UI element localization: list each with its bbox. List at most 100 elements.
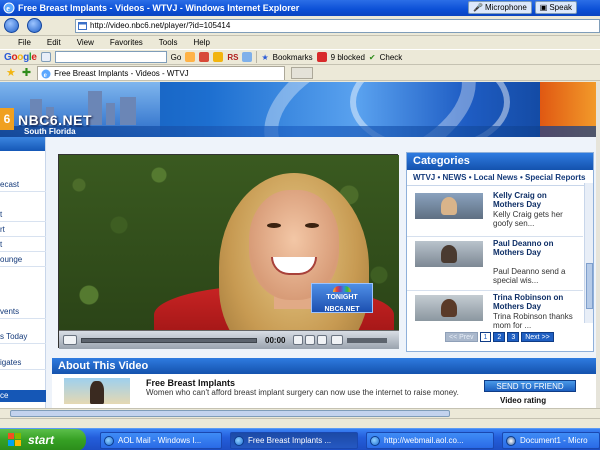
tab-free-breast-implants[interactable]: e Free Breast Implants - Videos - WTVJ [37,65,286,80]
rs-button[interactable]: RS [227,53,238,62]
site-region: South Florida [24,127,76,136]
volume-slider[interactable] [347,338,387,343]
video-item-title[interactable]: Paul Deanno on Mothers Day [493,239,579,257]
taskbar-label: Document1 - Micro [520,436,588,445]
forward-button[interactable] [27,18,42,33]
speak-button[interactable]: ▣ Speak [534,1,578,14]
hscroll-thumb[interactable] [10,410,450,417]
volume-icon[interactable] [331,335,343,345]
about-video-desc: Women who can't afford breast implant su… [146,388,459,397]
taskbar-free-breast-implants[interactable]: Free Breast Implants ... [230,432,358,449]
page-vertical-scrollbar[interactable] [596,82,600,408]
tonight-overlay: TONIGHT NBC6.NET [311,283,373,313]
page-horizontal-scrollbar[interactable] [0,408,600,418]
categories-breadcrumb[interactable]: WTVJ • NEWS • Local News • Special Repor… [407,170,593,186]
popup-blocked-count[interactable]: 9 blocked [331,53,365,62]
bookmarks-button[interactable]: Bookmarks [273,53,313,62]
page-icon [78,22,87,30]
add-favorite-icon[interactable]: ✚ [22,66,31,79]
video-thumbnail[interactable] [415,193,483,219]
video-item-title[interactable]: Kelly Craig on Mothers Day [493,191,579,209]
language-bar: 🎤 Microphone ▣ Speak [468,1,578,15]
windows-flag-icon [8,433,21,446]
video-frame[interactable]: TONIGHT NBC6.NET [59,155,399,330]
start-button[interactable]: start [0,429,86,450]
svg-text:e: e [44,71,47,79]
word-icon [506,436,516,446]
video-thumbnail[interactable] [415,295,483,321]
nbc-peacock-icon [333,286,351,292]
menu-edit[interactable]: Edit [47,36,61,49]
categories-title: Categories [407,153,593,170]
rewind-button[interactable] [293,335,303,345]
pagerank-icon[interactable] [213,52,224,62]
new-tab-button[interactable] [291,66,314,79]
google-go-button[interactable]: Go [171,53,182,62]
spellcheck-icon: ✔ [368,52,376,62]
seek-bar[interactable] [81,338,257,343]
forward-button-player[interactable] [317,335,327,345]
play-pause-button[interactable] [63,335,77,345]
leftnav-item[interactable]: s Today [0,329,46,344]
leftnav-item[interactable]: igates [0,355,46,370]
menu-tools[interactable]: Tools [159,36,178,49]
prev-page-button[interactable]: << Prev [445,331,478,342]
taskbar-label: http://webmail.aol.co... [384,436,464,445]
ie-icon [104,436,114,446]
favorites-star-icon[interactable]: ★ [6,66,16,79]
address-field[interactable]: http://video.nbc6.net/player/?id=105414 [75,19,600,33]
taskbar-aol-mail[interactable]: AOL Mail - Windows I... [100,432,222,449]
page-2-button[interactable]: 2 [493,331,506,342]
page-3-button[interactable]: 3 [507,331,520,342]
ie-window: e Free Breast Implants - Videos - WTVJ -… [0,0,600,428]
separator [256,51,258,63]
back-button[interactable] [4,18,19,33]
leftnav-item[interactable]: rt [0,222,46,237]
leftnav-footer[interactable]: ce [0,390,46,402]
categories-scrollbar[interactable] [584,183,593,323]
start-label: start [28,433,55,447]
menu-view[interactable]: View [77,36,94,49]
speak-icon: ▣ [539,2,548,12]
video-list-item[interactable]: Paul Deanno on Mothers Day Paul Deanno s… [407,237,583,291]
microphone-button[interactable]: 🎤 Microphone [468,1,532,14]
next-page-button[interactable]: Next >> [521,331,554,342]
about-thumbnail[interactable] [64,378,130,404]
leftnav-item[interactable]: vents [0,304,46,319]
page-1-button[interactable]: 1 [479,331,492,342]
taskbar-document1[interactable]: Document1 - Micro [502,432,600,449]
google-g-icon[interactable] [40,52,51,62]
tab-label: Free Breast Implants - Videos - WTVJ [54,68,189,78]
overlay-text-2: NBC6.NET [324,306,360,313]
leftnav-item[interactable]: t [0,207,46,222]
video-item-desc: Trina Robinson thanks mom for ... [493,312,573,330]
site-logo[interactable]: NBC6.NET [18,112,92,128]
settings-icon[interactable] [242,52,253,62]
video-item-desc: Paul Deanno send a special wis... [493,267,566,285]
google-search-input[interactable] [54,51,167,63]
ie-icon [234,436,244,446]
scrollbar-thumb[interactable] [586,263,593,309]
send-to-friend-button[interactable]: SEND TO FRIEND [484,380,576,392]
bookmark-icon[interactable] [199,52,210,62]
leftnav-item[interactable]: t [0,237,46,252]
video-item-desc: Kelly Craig gets her goofy sen... [493,210,563,228]
taskbar-label: AOL Mail - Windows I... [118,436,202,445]
play-button[interactable] [305,335,315,345]
menu-favorites[interactable]: Favorites [110,36,143,49]
svg-text:e: e [6,4,10,13]
video-player[interactable]: TONIGHT NBC6.NET 00:00 [58,154,399,349]
video-thumbnail[interactable] [415,241,483,267]
leftnav-item[interactable]: ounge [0,252,46,267]
menu-file[interactable]: File [18,36,31,49]
ie-icon [370,436,380,446]
taskbar-webmail[interactable]: http://webmail.aol.co... [366,432,494,449]
video-list-item[interactable]: Kelly Craig on Mothers Day Kelly Craig g… [407,189,583,237]
menu-help[interactable]: Help [193,36,209,49]
check-button[interactable]: Check [380,53,403,62]
highlight-icon[interactable] [185,52,196,62]
video-item-title[interactable]: Trina Robinson on Mothers Day [493,293,579,311]
site-banner: 6 NBC6.NET South Florida [0,82,596,137]
leftnav-item[interactable]: ecast [0,177,46,192]
left-navigation: ecast t rt t ounge vents s Today igates … [0,137,46,408]
